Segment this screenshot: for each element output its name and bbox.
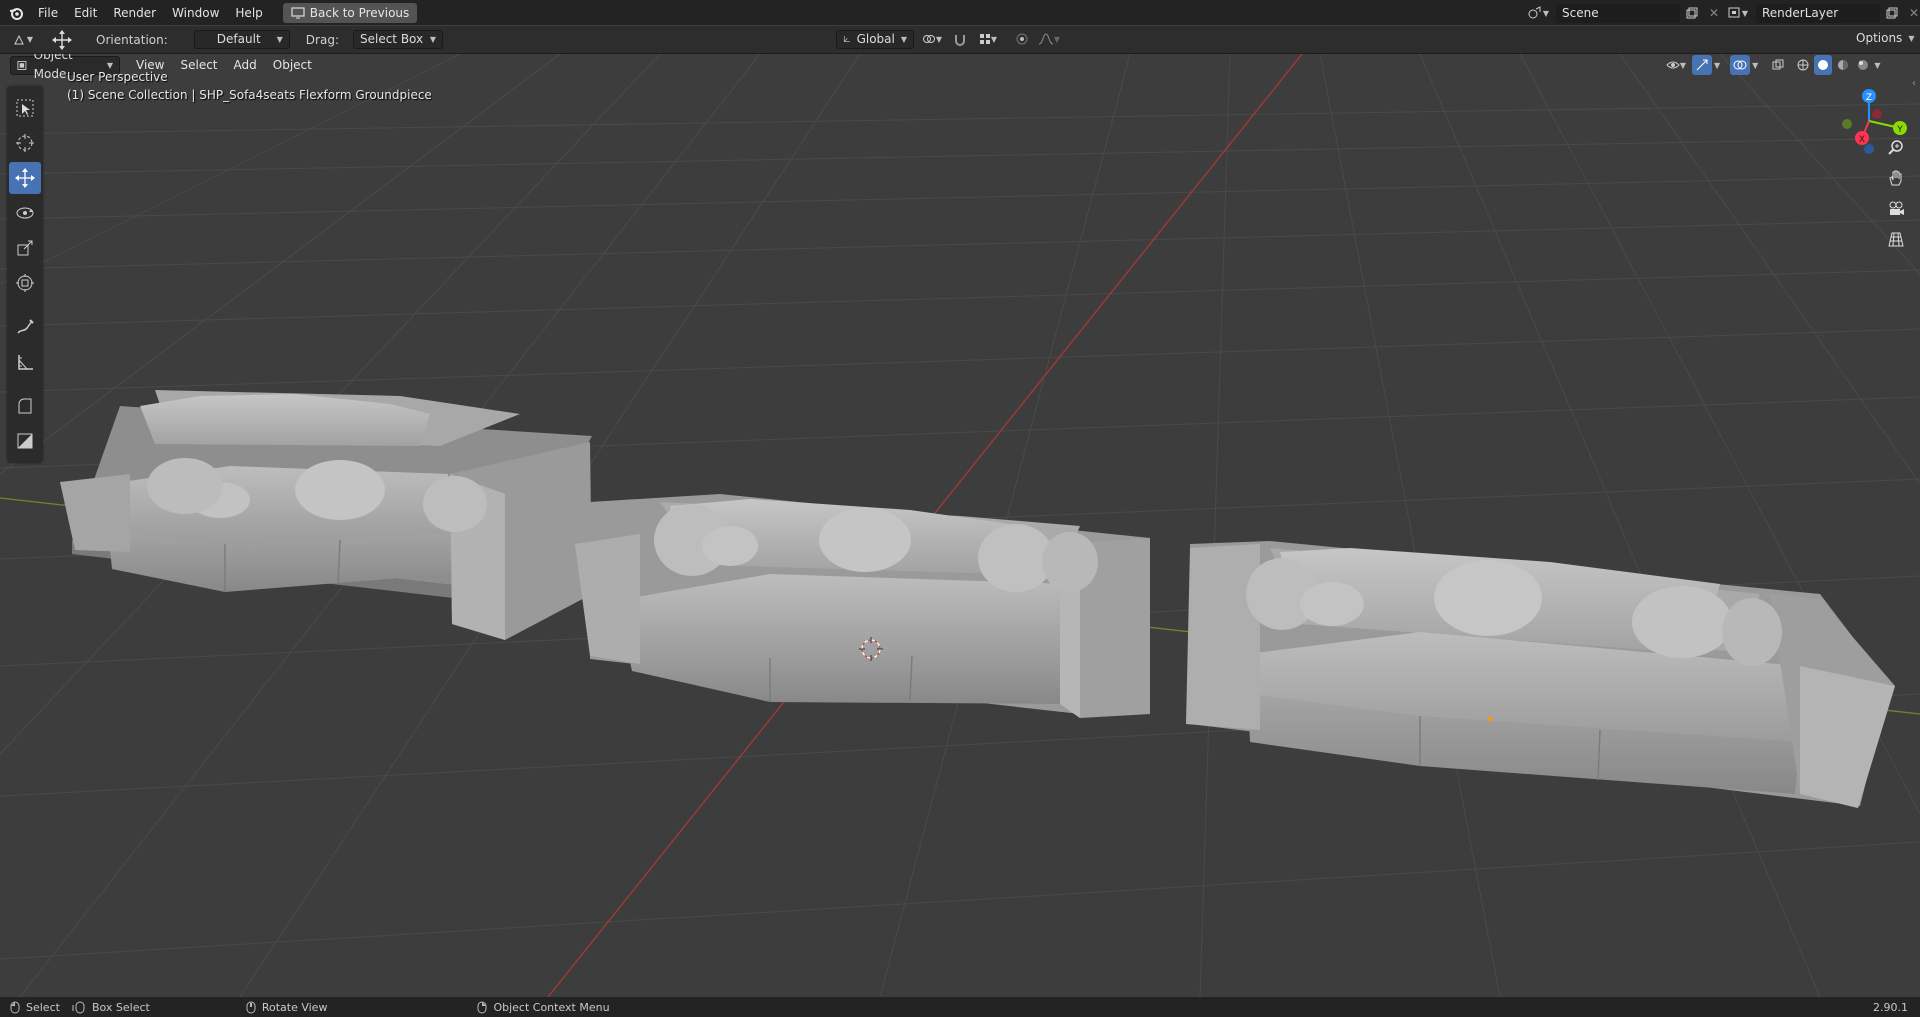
xray-toggle-icon[interactable] (1768, 55, 1788, 75)
drag-label: Drag: (305, 32, 339, 47)
menu-help[interactable]: Help (227, 2, 270, 24)
scale-tool[interactable] (9, 232, 41, 264)
mouse-right-icon (477, 1001, 487, 1013)
view-name: User Perspective (67, 70, 168, 84)
status-select: Select (26, 1000, 60, 1014)
scene-selector-icon[interactable]: ▼ (1522, 3, 1554, 23)
gizmo-y-label: Y (1896, 125, 1903, 135)
perspective-toggle-icon[interactable] (1884, 227, 1908, 251)
transform-orientation-value: Global (856, 31, 895, 46)
annotate-tool[interactable] (9, 311, 41, 343)
transform-orientation-dropdown[interactable]: Global ▼ (836, 29, 914, 49)
sofa-left (60, 390, 592, 640)
new-render-layer-icon[interactable] (1882, 3, 1902, 23)
top-bar: File Edit Render Window Help Back to Pre… (0, 0, 1920, 25)
3d-viewport[interactable]: Object Mode ▼ View Select Add Object ▼ ▼ … (0, 54, 1920, 997)
overlays-toggle-icon[interactable] (1730, 55, 1751, 75)
tool-settings-bar: ▼ Orientation: Default ▼ Drag: Select Box… (0, 26, 1920, 54)
object-mode-icon (17, 60, 27, 70)
rotate-tool[interactable] (9, 197, 41, 229)
version-label: 2.90.1 (1873, 1000, 1908, 1014)
select-box-tool[interactable] (9, 92, 41, 124)
orientation-value: Default (216, 32, 261, 46)
menu-add[interactable]: Add (226, 54, 265, 76)
chevron-down-icon[interactable]: ▼ (1714, 61, 1720, 70)
orientation-label: Orientation: (96, 32, 168, 47)
back-to-previous-button[interactable]: Back to Previous (282, 2, 418, 23)
pivot-point-icon[interactable]: ▼ (918, 29, 946, 49)
drag-value: Select Box (359, 32, 424, 46)
status-bar: Select Box Select Rotate View Object Con… (0, 997, 1920, 1017)
gizmo-z-label: Z (1866, 93, 1872, 103)
chevron-down-icon[interactable]: ▼ (1874, 61, 1880, 70)
new-scene-icon[interactable] (1682, 3, 1702, 23)
falloff-curve-icon[interactable]: ▼ (1036, 29, 1062, 49)
chevron-down-icon: ▼ (429, 35, 436, 44)
render-layer-selector-icon[interactable]: ▼ (1722, 3, 1754, 23)
rendered-shading-icon[interactable] (1854, 55, 1872, 75)
menu-file[interactable]: File (30, 2, 66, 24)
measure-tool[interactable] (9, 346, 41, 378)
menu-window[interactable]: Window (164, 2, 227, 24)
status-context-menu: Object Context Menu (493, 1000, 610, 1014)
sofa-middle (575, 494, 1150, 718)
gizmo-x-label: X (1859, 135, 1865, 145)
sidebar-toggle-icon[interactable]: ‹ (1912, 78, 1916, 89)
sofa-right (1186, 541, 1895, 808)
menu-object[interactable]: Object (265, 54, 320, 76)
proportional-editing-icon[interactable] (1012, 29, 1032, 49)
mouse-drag-icon (72, 1001, 85, 1013)
delete-render-layer-icon[interactable]: ✕ (1904, 3, 1920, 23)
menu-render[interactable]: Render (105, 2, 164, 24)
delete-scene-icon[interactable]: ✕ (1704, 3, 1724, 23)
menu-edit[interactable]: Edit (66, 2, 105, 24)
options-dropdown[interactable]: Options ▼ (1850, 29, 1914, 48)
axis-icon (843, 35, 850, 42)
menu-select[interactable]: Select (172, 54, 225, 76)
options-label: Options (1856, 31, 1903, 45)
viewport-scene (0, 54, 1920, 997)
cursor-tool[interactable] (9, 127, 41, 159)
collection-info: (1) Scene Collection | SHP_Sofa4seats Fl… (67, 88, 432, 102)
tool-shelf (7, 86, 43, 463)
chevron-down-icon[interactable]: ▼ (1752, 61, 1758, 70)
viewport-header: Object Mode ▼ View Select Add Object ▼ ▼ … (0, 54, 1920, 81)
move-tool[interactable] (9, 162, 41, 194)
add-plane-tool[interactable] (9, 425, 41, 457)
render-layer-field[interactable]: RenderLayer (1756, 3, 1880, 23)
solid-shading-icon[interactable] (1814, 55, 1833, 75)
mouse-left-icon (10, 1001, 20, 1013)
orientation-dropdown[interactable]: Default ▼ (193, 30, 290, 49)
zoom-icon[interactable] (1884, 136, 1908, 160)
back-to-previous-label: Back to Previous (309, 5, 410, 20)
pan-hand-icon[interactable] (1884, 166, 1908, 190)
add-cube-tool[interactable] (9, 390, 41, 422)
mouse-middle-icon (246, 1001, 256, 1013)
blender-logo-icon[interactable] (6, 3, 26, 23)
material-shading-icon[interactable] (1834, 55, 1852, 75)
status-rotate-view: Rotate View (261, 1000, 328, 1014)
transform-tool[interactable] (9, 267, 41, 299)
snap-toggle-icon[interactable] (950, 29, 970, 49)
visibility-eye-icon[interactable]: ▼ (1662, 55, 1690, 75)
wireframe-shading-icon[interactable] (1794, 55, 1812, 75)
status-box-select: Box Select (91, 1000, 150, 1014)
gizmo-toggle-icon[interactable] (1692, 55, 1712, 75)
camera-view-icon[interactable] (1884, 197, 1908, 221)
chevron-down-icon: ▼ (276, 35, 283, 44)
editor-type-icon[interactable]: ▼ (8, 30, 38, 50)
scene-name-field[interactable]: Scene (1556, 3, 1680, 23)
move-tool-icon[interactable] (50, 29, 74, 50)
snap-element-icon[interactable]: ▼ (974, 29, 1002, 49)
object-origin (1487, 716, 1493, 722)
screen-icon (291, 6, 305, 18)
drag-dropdown[interactable]: Select Box ▼ (352, 30, 443, 49)
